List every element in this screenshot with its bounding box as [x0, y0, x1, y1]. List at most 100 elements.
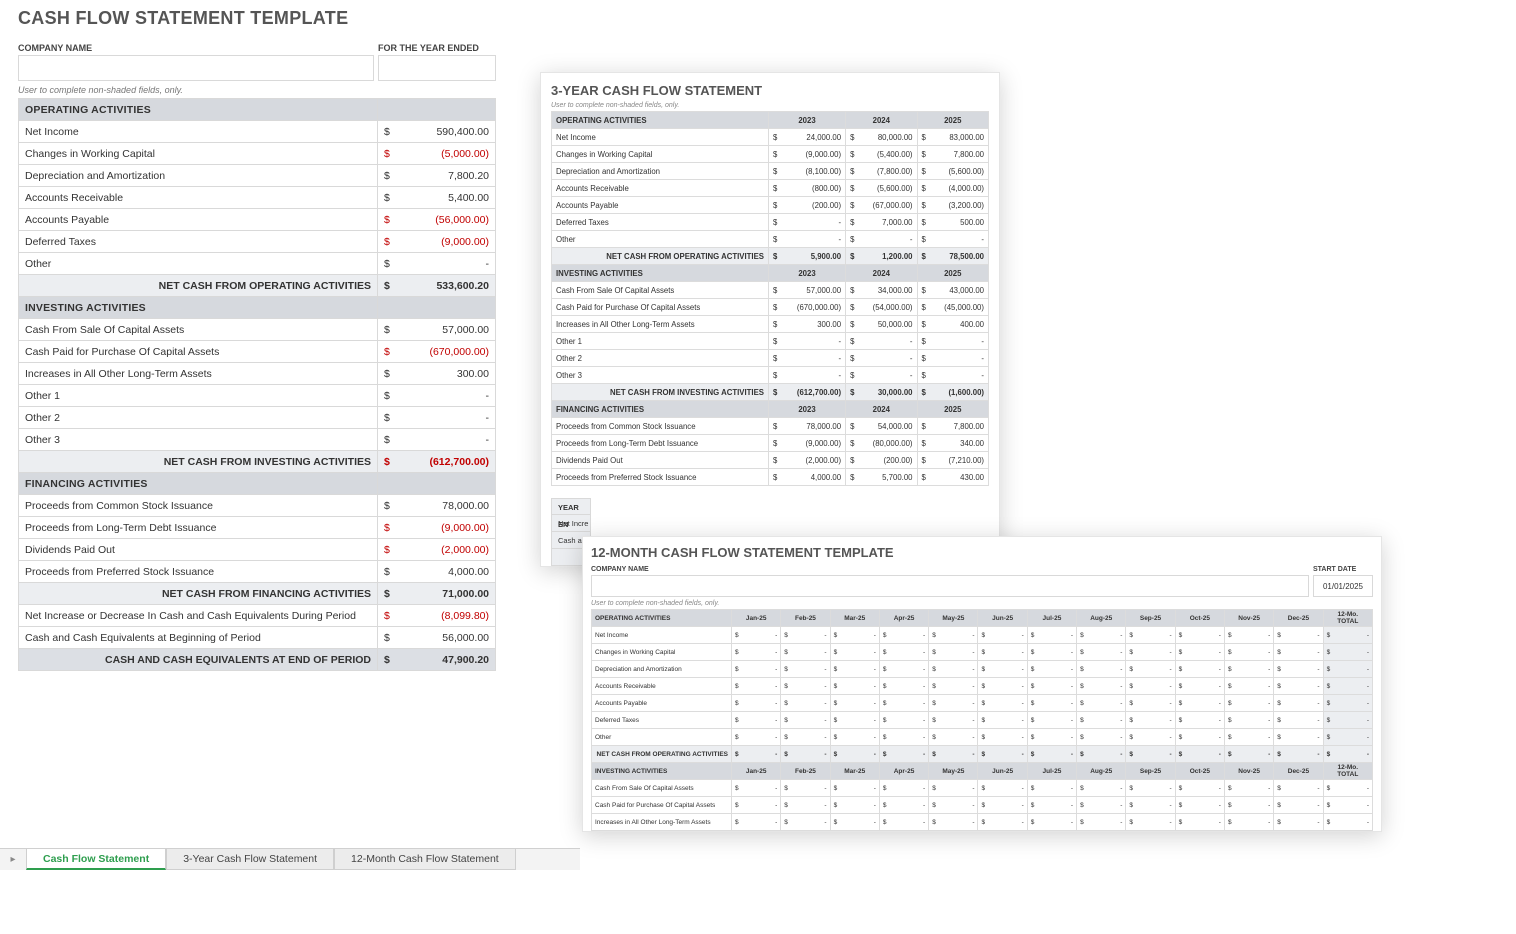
table-row-value[interactable]: $-	[781, 712, 830, 729]
table-row-label[interactable]: Dividends Paid Out	[552, 452, 769, 469]
table-row-value[interactable]: $(9,000.00)	[378, 231, 496, 253]
table-row-value[interactable]: $-	[929, 695, 978, 712]
table-row-value[interactable]: $-	[929, 797, 978, 814]
table-row-value[interactable]: $-	[1274, 661, 1323, 678]
table-row-value[interactable]: $-	[768, 367, 845, 384]
table-row-label[interactable]: Other 2	[19, 407, 378, 429]
table-row-value[interactable]: $-	[1274, 678, 1323, 695]
table-row-value[interactable]: $-	[1274, 780, 1323, 797]
table-row-value[interactable]: $-	[1274, 814, 1323, 831]
table-row-value[interactable]: $-	[978, 729, 1027, 746]
tab-3-year[interactable]: 3-Year Cash Flow Statement	[166, 849, 334, 870]
table-row-label[interactable]: Other 3	[552, 367, 769, 384]
table-row-value[interactable]: $-	[781, 780, 830, 797]
table-row-value[interactable]: $-	[732, 627, 781, 644]
table-row-label[interactable]: Proceeds from Common Stock Issuance	[552, 418, 769, 435]
table-row-label[interactable]: Changes in Working Capital	[19, 143, 378, 165]
table-row-value[interactable]: $57,000.00	[378, 319, 496, 341]
table-row-label[interactable]: Cash From Sale Of Capital Assets	[19, 319, 378, 341]
table-row-value[interactable]: $-	[1224, 712, 1273, 729]
table-row-value[interactable]: $-	[1077, 695, 1126, 712]
table-row-label[interactable]: Other 3	[19, 429, 378, 451]
table-row-value[interactable]: $-	[879, 797, 928, 814]
table-row-value[interactable]: $-	[879, 695, 928, 712]
table-row-value[interactable]: $-	[378, 429, 496, 451]
table-row-value[interactable]: $-	[732, 780, 781, 797]
table-row-value[interactable]: $(4,000.00)	[917, 180, 988, 197]
table-row-value[interactable]: $-	[1175, 814, 1224, 831]
table-row-value[interactable]: $(7,210.00)	[917, 452, 988, 469]
table-row-value[interactable]: $-	[1274, 797, 1323, 814]
table-row-value[interactable]: $34,000.00	[846, 282, 917, 299]
table-row-label[interactable]: Other 2	[552, 350, 769, 367]
table-row-value[interactable]: $-	[830, 814, 879, 831]
table-row-value[interactable]: $-	[1126, 661, 1175, 678]
table-row-value[interactable]: $-	[1274, 627, 1323, 644]
table-row-value[interactable]: $-	[1027, 814, 1076, 831]
table-row-value[interactable]: $-	[781, 627, 830, 644]
table-row-value[interactable]: $-	[846, 350, 917, 367]
table-row-label[interactable]: Deferred Taxes	[592, 712, 732, 729]
table-row-value[interactable]: $-	[1027, 644, 1076, 661]
table-row-value[interactable]: $54,000.00	[846, 418, 917, 435]
table-row-value[interactable]: $-	[1077, 644, 1126, 661]
table-row-value[interactable]: $-	[978, 797, 1027, 814]
table-row-value[interactable]: $-	[1274, 712, 1323, 729]
table-row-value[interactable]: $-	[830, 661, 879, 678]
table-row-value[interactable]: $-	[1224, 627, 1273, 644]
table-row-value[interactable]: $(670,000.00)	[378, 341, 496, 363]
table-row-label[interactable]: Net Income	[19, 121, 378, 143]
table-row-value[interactable]: $400.00	[917, 316, 988, 333]
table-row-value[interactable]: $-	[1175, 644, 1224, 661]
table-row-value[interactable]: $-	[1027, 695, 1076, 712]
table-row-value[interactable]: $300.00	[378, 363, 496, 385]
table-row-value[interactable]: $(2,000.00)	[378, 539, 496, 561]
table-row-value[interactable]: $-	[378, 407, 496, 429]
table-row-label[interactable]: Proceeds from Long-Term Debt Issuance	[19, 517, 378, 539]
table-row-value[interactable]: $83,000.00	[917, 129, 988, 146]
table-row-label[interactable]: Other	[592, 729, 732, 746]
table-row-label[interactable]: Other 1	[19, 385, 378, 407]
table-row-value[interactable]: $500.00	[917, 214, 988, 231]
table-row-value[interactable]: $-	[732, 695, 781, 712]
table-row-value[interactable]: $(8,100.00)	[768, 163, 845, 180]
table-row-label[interactable]: Dividends Paid Out	[19, 539, 378, 561]
tab-12-month[interactable]: 12-Month Cash Flow Statement	[334, 849, 516, 870]
table-row-value[interactable]: $-	[1224, 780, 1273, 797]
table-row-value[interactable]: $-	[1126, 712, 1175, 729]
table-row-value[interactable]: $(67,000.00)	[846, 197, 917, 214]
table-row-value[interactable]: $-	[781, 695, 830, 712]
table-row-value[interactable]: $430.00	[917, 469, 988, 486]
table-row-value[interactable]: $24,000.00	[768, 129, 845, 146]
table-row-value[interactable]: $-	[879, 644, 928, 661]
table-row-value[interactable]: $(5,600.00)	[917, 163, 988, 180]
table-row-value[interactable]: $-	[879, 712, 928, 729]
table-row-value[interactable]: $78,000.00	[768, 418, 845, 435]
table-row-value[interactable]: $-	[879, 729, 928, 746]
table-row-value[interactable]: $-	[768, 231, 845, 248]
table-row-value[interactable]: $-	[1027, 661, 1076, 678]
table-row-value[interactable]: $-	[1175, 780, 1224, 797]
table-row-value[interactable]: $-	[1126, 797, 1175, 814]
table-row-value[interactable]: $7,800.00	[917, 146, 988, 163]
tab-cash-flow[interactable]: Cash Flow Statement	[26, 849, 166, 870]
table-row-value[interactable]: $-	[781, 644, 830, 661]
table-row-value[interactable]: $-	[1274, 729, 1323, 746]
table-row-value[interactable]: $340.00	[917, 435, 988, 452]
table-row-value[interactable]: $-	[781, 678, 830, 695]
table-row-value[interactable]: $-	[732, 712, 781, 729]
table-row-value[interactable]: $-	[378, 385, 496, 407]
table-row-label[interactable]: Net Income	[552, 129, 769, 146]
table-row-label[interactable]: Cash From Sale Of Capital Assets	[552, 282, 769, 299]
table-row-value[interactable]: $-	[378, 253, 496, 275]
table-row-value[interactable]: $(80,000.00)	[846, 435, 917, 452]
table-row-value[interactable]: $-	[732, 729, 781, 746]
table-row-label[interactable]: Other	[552, 231, 769, 248]
start-date-input[interactable]: 01/01/2025	[1313, 575, 1373, 597]
table-row-value[interactable]: $(56,000.00)	[378, 209, 496, 231]
year-ended-input[interactable]	[378, 55, 496, 81]
table-row-label[interactable]: Deferred Taxes	[552, 214, 769, 231]
table-row-value[interactable]: $-	[846, 231, 917, 248]
table-row-value[interactable]: $(9,000.00)	[768, 435, 845, 452]
table-row-value[interactable]: $-	[879, 780, 928, 797]
